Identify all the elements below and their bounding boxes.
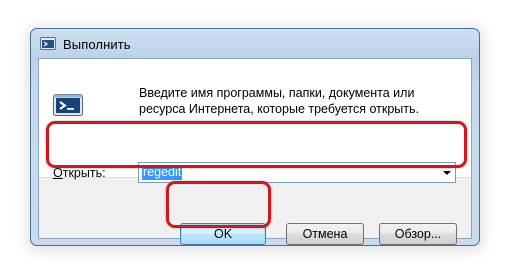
window-title: Выполнить	[63, 37, 131, 52]
open-label: Открыть:	[53, 166, 106, 180]
open-label-text: ткрыть:	[62, 166, 106, 180]
run-app-icon	[40, 37, 56, 50]
description-text: Введите имя программы, папки, документа …	[139, 86, 419, 116]
browse-button[interactable]: Обзор...	[379, 223, 457, 245]
highlight-ok-button	[166, 181, 271, 228]
chevron-down-icon[interactable]	[443, 171, 451, 175]
open-label-accesskey: О	[53, 166, 63, 180]
run-large-icon	[53, 94, 83, 116]
highlight-open-field	[46, 121, 467, 168]
title-bar[interactable]: Выполнить	[31, 29, 479, 57]
cancel-button[interactable]: Отмена	[286, 223, 364, 245]
